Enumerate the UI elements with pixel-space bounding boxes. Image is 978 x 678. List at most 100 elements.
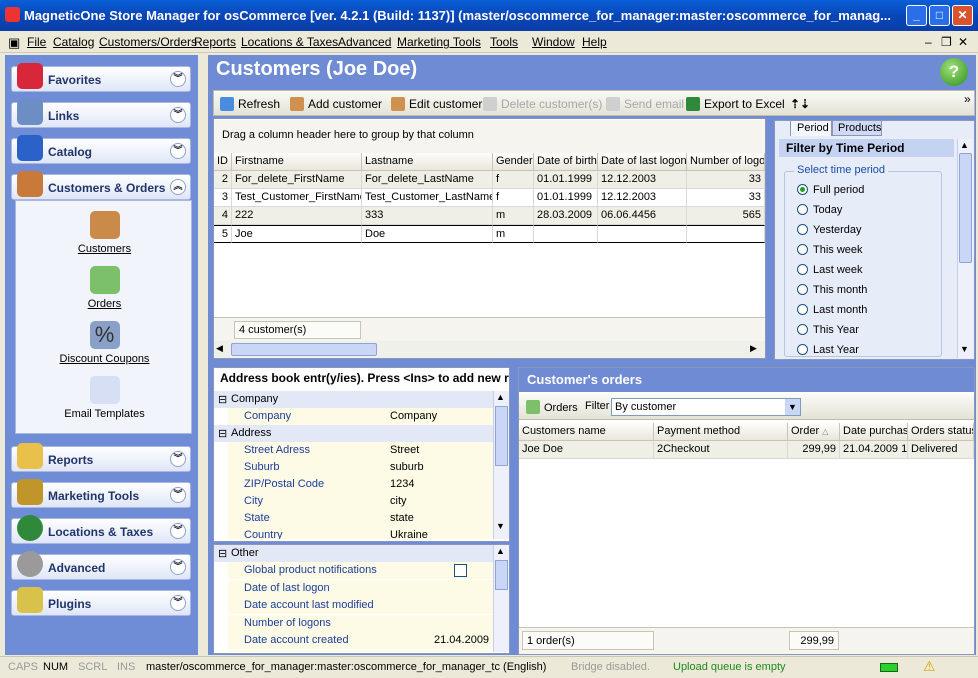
grid-cell[interactable]: m bbox=[493, 207, 534, 225]
radio-icon[interactable] bbox=[797, 204, 808, 215]
menu-catalog[interactable]: Catalog bbox=[53, 35, 94, 49]
scroll-thumb[interactable] bbox=[231, 343, 377, 356]
nav-plugins[interactable]: Plugins ︾ bbox=[11, 587, 191, 616]
period-option[interactable]: This month bbox=[797, 284, 867, 296]
menu-marketing-tools[interactable]: Marketing Tools bbox=[397, 35, 481, 49]
mdi-minimize-icon[interactable]: – bbox=[925, 35, 932, 49]
help-icon[interactable]: ? bbox=[940, 58, 968, 86]
scroll-up-icon[interactable]: ▲ bbox=[496, 392, 505, 402]
menu-reports[interactable]: Reports bbox=[194, 35, 236, 49]
other-row[interactable]: Date account last modified bbox=[228, 597, 493, 614]
chevron-down-icon[interactable]: ︾ bbox=[170, 559, 186, 575]
grid-horizontal-scrollbar[interactable]: ◀ ▶ bbox=[214, 341, 765, 358]
grid-cell[interactable]: 01.01.1999 bbox=[534, 189, 598, 207]
scroll-right-icon[interactable]: ▶ bbox=[750, 343, 763, 356]
toolbar-overflow-icon[interactable]: » bbox=[964, 92, 971, 106]
toolbar-options-icon[interactable]: ⇡⇣ bbox=[790, 97, 810, 111]
menu-window[interactable]: Window bbox=[532, 35, 575, 49]
grid-cell[interactable]: Joe bbox=[232, 225, 362, 243]
radio-icon[interactable] bbox=[797, 324, 808, 335]
other-scroll-thumb[interactable] bbox=[495, 560, 508, 590]
nav-marketing-tools[interactable]: Marketing Tools ︾ bbox=[11, 479, 191, 508]
collapse-icon[interactable]: ⊟ bbox=[218, 547, 227, 560]
group-company[interactable]: ⊟ Company bbox=[214, 391, 493, 408]
order-cell-status[interactable]: Delivered bbox=[908, 441, 974, 459]
mdi-close-icon[interactable]: ✕ bbox=[958, 35, 968, 49]
address-row[interactable]: State state bbox=[228, 510, 493, 527]
maximize-button[interactable]: □ bbox=[929, 5, 950, 26]
grid-cell[interactable]: 333 bbox=[362, 207, 493, 225]
menu-customers-orders[interactable]: Customers/Orders bbox=[99, 35, 197, 49]
chevron-down-icon[interactable]: ︾ bbox=[170, 71, 186, 87]
row-company[interactable]: Company Company bbox=[228, 408, 493, 425]
scroll-left-icon[interactable]: ◀ bbox=[216, 343, 229, 356]
export-excel-button[interactable]: Export to Excel bbox=[686, 97, 785, 111]
subnav-orders[interactable]: Orders bbox=[16, 266, 193, 310]
grid-cell[interactable] bbox=[534, 225, 598, 243]
address-row[interactable]: Country Ukraine bbox=[228, 527, 493, 539]
grid-cell[interactable]: 222 bbox=[232, 207, 362, 225]
grid-cell[interactable]: Doe bbox=[362, 225, 493, 243]
other-vertical-scrollbar[interactable]: ▲ bbox=[493, 545, 509, 652]
grid-cell[interactable] bbox=[598, 225, 687, 243]
column-header-firstname[interactable]: Firstname bbox=[232, 153, 362, 171]
subnav-email-templates[interactable]: Email Templates bbox=[16, 376, 193, 420]
grid-cell[interactable]: Test_Customer_LastName bbox=[362, 189, 493, 207]
chevron-down-icon[interactable]: ︾ bbox=[170, 451, 186, 467]
chevron-down-icon[interactable]: ︾ bbox=[170, 107, 186, 123]
grid-cell[interactable]: f bbox=[493, 189, 534, 207]
filter-vertical-scrollbar[interactable]: ▲ ▼ bbox=[957, 139, 973, 358]
grid-cell[interactable]: Test_Customer_FirstName bbox=[232, 189, 362, 207]
chevron-down-icon[interactable]: ︾ bbox=[170, 595, 186, 611]
address-vertical-scrollbar[interactable]: ▲ ▼ bbox=[493, 391, 509, 539]
nav-locations-taxes[interactable]: Locations & Taxes ︾ bbox=[11, 515, 191, 544]
delete-customers-button[interactable]: Delete customer(s) bbox=[483, 97, 602, 111]
subnav-customers[interactable]: Customers bbox=[16, 211, 193, 255]
order-cell-payment[interactable]: 2Checkout bbox=[654, 441, 788, 459]
order-cell-date[interactable]: 21.04.2009 1 bbox=[840, 441, 908, 459]
column-header-id[interactable]: ID bbox=[214, 153, 232, 171]
filter-scroll-thumb[interactable] bbox=[959, 153, 972, 263]
orders-filter-select[interactable]: By customer ▼ bbox=[611, 398, 801, 416]
chevron-down-icon[interactable]: ︾ bbox=[170, 487, 186, 503]
group-address[interactable]: ⊟ Address bbox=[214, 425, 493, 442]
collapse-icon[interactable]: ⊟ bbox=[218, 427, 227, 440]
menu-advanced[interactable]: Advanced bbox=[338, 35, 391, 49]
subnav-discount-coupons[interactable]: % Discount Coupons bbox=[16, 321, 193, 365]
chevron-down-icon[interactable]: ︾ bbox=[170, 523, 186, 539]
dropdown-arrow-icon[interactable]: ▼ bbox=[785, 399, 800, 415]
column-header-date-purchased[interactable]: Date purchas bbox=[840, 423, 908, 441]
address-row[interactable]: Suburb suburb bbox=[228, 459, 493, 476]
nav-advanced[interactable]: Advanced ︾ bbox=[11, 551, 191, 580]
nav-catalog[interactable]: Catalog ︾ bbox=[11, 135, 191, 164]
tab-products[interactable]: Products bbox=[832, 120, 882, 136]
warning-icon[interactable]: ⚠ bbox=[923, 658, 936, 675]
grid-cell[interactable]: For_delete_LastName bbox=[362, 171, 493, 189]
other-row[interactable]: Date of last logon bbox=[228, 579, 493, 597]
period-option[interactable]: This Year bbox=[797, 324, 859, 336]
nav-favorites[interactable]: Favorites ︾ bbox=[11, 63, 191, 92]
minimize-button[interactable]: _ bbox=[906, 5, 927, 26]
app-menu-icon[interactable]: ▣ bbox=[8, 35, 20, 51]
group-other[interactable]: ⊟ Other bbox=[214, 545, 493, 562]
orders-button[interactable]: Orders bbox=[526, 400, 578, 414]
grid-cell[interactable]: 12.12.2003 bbox=[598, 189, 687, 207]
radio-icon[interactable] bbox=[797, 224, 808, 235]
grid-cell[interactable]: 4 bbox=[214, 207, 232, 225]
period-option[interactable]: Last Year bbox=[797, 344, 859, 356]
scroll-up-icon[interactable]: ▲ bbox=[496, 546, 505, 556]
column-header-order[interactable]: Order △ bbox=[788, 423, 840, 441]
address-row[interactable]: ZIP/Postal Code 1234 bbox=[228, 476, 493, 493]
nav-reports[interactable]: Reports ︾ bbox=[11, 443, 191, 472]
radio-icon[interactable] bbox=[797, 304, 808, 315]
radio-icon[interactable] bbox=[797, 244, 808, 255]
chevron-down-icon[interactable]: ︾ bbox=[170, 143, 186, 159]
menu-locations-taxes[interactable]: Locations & Taxes bbox=[241, 35, 338, 49]
scroll-down-icon[interactable]: ▼ bbox=[496, 521, 505, 531]
add-customer-button[interactable]: Add customer bbox=[290, 97, 382, 111]
nav-customers-orders[interactable]: Customers & Orders ︽ bbox=[11, 171, 191, 200]
menu-file[interactable]: File bbox=[27, 35, 46, 49]
grid-cell[interactable]: 12.12.2003 bbox=[598, 171, 687, 189]
nav-links[interactable]: Links ︾ bbox=[11, 99, 191, 128]
scroll-down-icon[interactable]: ▼ bbox=[960, 344, 969, 354]
